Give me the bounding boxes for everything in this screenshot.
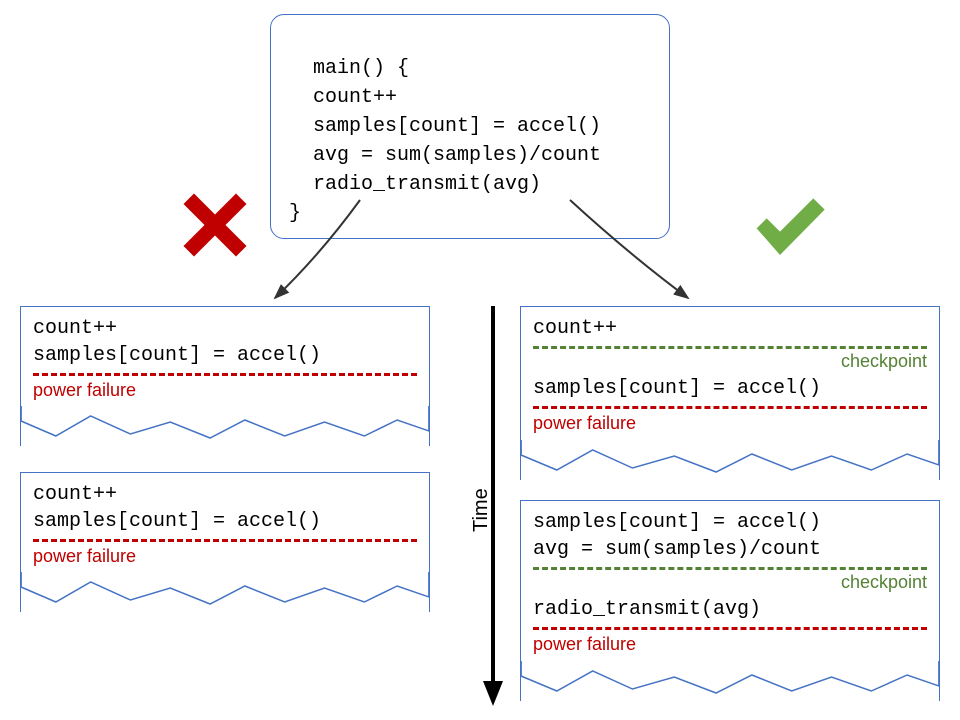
cross-icon [180, 190, 250, 260]
right-box2-code-a: samples[count] = accel() avg = sum(sampl… [521, 501, 939, 563]
failure-label: power failure [21, 544, 429, 572]
torn-edge [521, 661, 939, 701]
check-icon [750, 190, 830, 260]
right-box1-line2: samples[count] = accel() [521, 375, 939, 402]
failure-line [33, 539, 417, 542]
torn-edge [521, 440, 939, 480]
left-exec-box-1: count++ samples[count] = accel() power f… [20, 306, 430, 446]
right-exec-box-2: samples[count] = accel() avg = sum(sampl… [520, 500, 940, 701]
torn-edge [21, 572, 429, 612]
failure-line [33, 373, 417, 376]
failure-label: power failure [21, 378, 429, 406]
failure-line [533, 406, 927, 409]
left-box1-code: count++ samples[count] = accel() [21, 307, 429, 369]
failure-label: power failure [521, 632, 939, 660]
right-box1-line1: count++ [521, 307, 939, 342]
torn-edge [21, 406, 429, 446]
time-label: Time [470, 488, 493, 532]
right-exec-box-1: count++ checkpoint samples[count] = acce… [520, 306, 940, 480]
left-box2-code: count++ samples[count] = accel() [21, 473, 429, 535]
failure-label: power failure [521, 411, 939, 439]
checkpoint-label: checkpoint [521, 349, 939, 375]
right-box2-code-b: radio_transmit(avg) [521, 596, 939, 623]
main-code-text: main() { count++ samples[count] = accel(… [289, 57, 601, 225]
left-exec-box-2: count++ samples[count] = accel() power f… [20, 472, 430, 612]
main-code-box: main() { count++ samples[count] = accel(… [270, 14, 670, 239]
failure-line [533, 627, 927, 630]
checkpoint-label: checkpoint [521, 570, 939, 596]
